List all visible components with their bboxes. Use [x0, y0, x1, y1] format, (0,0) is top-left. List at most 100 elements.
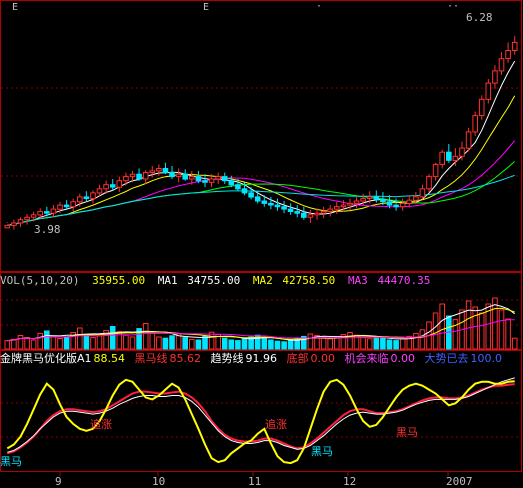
volume-bar: [380, 337, 386, 350]
candle-body: [373, 196, 380, 200]
volume-bar: [472, 306, 478, 350]
volume-bar: [44, 330, 50, 350]
candle-body: [162, 168, 169, 174]
candle-body: [156, 168, 162, 172]
volume-bar: [320, 337, 327, 350]
volume-bar: [116, 331, 123, 350]
volume-bar: [432, 312, 439, 350]
candle-body: [386, 201, 393, 206]
volume-bar: [235, 340, 241, 350]
volume-bar: [505, 318, 511, 350]
candle-body: [83, 196, 90, 199]
ind-qushi-label: 趋势线: [210, 352, 244, 365]
candle-body: [485, 82, 492, 100]
volume-bar: [83, 334, 90, 350]
x-tick-11: 11: [248, 475, 261, 488]
volume-bar: [334, 336, 340, 350]
volume-bar: [399, 338, 406, 350]
low-price-label: 3.98: [34, 223, 61, 236]
vol-ma1-value: 34755.00: [187, 274, 241, 287]
volume-bar: [465, 300, 472, 350]
candle-body: [268, 202, 274, 206]
volume-bar: [63, 336, 70, 350]
candle-body: [116, 180, 123, 188]
candle-body: [320, 211, 327, 214]
candle-body: [103, 184, 109, 190]
candle-body: [70, 201, 77, 208]
candle-body: [149, 170, 156, 173]
heima-label-3: 黑马: [396, 426, 418, 439]
candle-body: [248, 192, 254, 198]
vol-ma2-value: 42758.50: [282, 274, 336, 287]
candle-body: [123, 176, 129, 182]
candle-body: [11, 222, 17, 226]
top-marker-2: E: [203, 2, 209, 13]
candle-body: [426, 176, 432, 190]
ind-name: 金牌黑马优化版A1: [0, 352, 92, 365]
high-price-label: 6.28: [466, 11, 493, 24]
ind-jihui-value: 0.00: [390, 352, 416, 365]
candle-body: [307, 214, 314, 218]
ind-jihui-label: 机会来临: [344, 352, 389, 365]
ind-dabu-value: 100.0: [470, 352, 503, 365]
volume-bar: [202, 335, 208, 350]
candle-body: [439, 151, 445, 165]
ind-dabu-label: 大势已去: [424, 352, 469, 365]
candle-body: [129, 173, 136, 178]
zhuizhang-label-2: 追涨: [265, 417, 287, 431]
volume-bar: [274, 340, 281, 350]
volume-bar: [149, 332, 156, 350]
candle-body: [446, 151, 452, 161]
candle-body: [169, 172, 175, 178]
volume-bar: [195, 339, 202, 350]
x-tick-12: 12: [343, 475, 356, 488]
volume-bar: [419, 329, 426, 350]
candle-body: [136, 173, 142, 180]
volume-bar: [439, 303, 445, 350]
volume-bar: [182, 337, 188, 350]
volume-bar: [307, 333, 314, 350]
candle-body: [189, 176, 195, 180]
volume-bar: [498, 309, 505, 350]
top-marker-1: E: [12, 2, 18, 13]
candle-body: [202, 180, 208, 183]
candle-body: [57, 204, 63, 210]
ind-heima-label: 黑马线: [134, 352, 168, 365]
candle-body: [511, 41, 518, 52]
zhuizhang-label-1: 追涨: [90, 417, 112, 431]
candle-body: [195, 176, 202, 182]
candle-body: [142, 172, 149, 180]
volume-bar: [208, 331, 215, 350]
indicator-series-1: [7, 383, 515, 455]
ind-a1-value: 88.54: [93, 352, 126, 365]
candle-body: [77, 196, 83, 203]
volume-bar: [156, 336, 162, 350]
indicator-info-bar: 金牌黑马优化版A1 88.54 黑马线 85.62 趋势线 91.96 底部 0.00 …: [0, 351, 508, 366]
candle-body: [294, 211, 300, 214]
candle-body: [340, 204, 347, 208]
candle-body: [24, 216, 30, 221]
price-ma20-line: [7, 140, 516, 226]
volume-bar: [347, 332, 353, 350]
volume-bar: [360, 337, 366, 350]
volume-bar: [228, 339, 235, 350]
candle-body: [4, 224, 11, 229]
candle-body: [44, 211, 50, 214]
volume-bar: [221, 337, 228, 350]
volume-info-bar: VOL(5,10,20) 35955.00 MA1 34755.00 MA2 4…: [0, 273, 436, 288]
volume-bar: [393, 340, 399, 350]
candle-body: [413, 196, 419, 201]
candle-body: [63, 204, 70, 208]
vol-ma1-label: MA1: [157, 274, 178, 287]
candle-body: [366, 196, 373, 199]
candle-body: [228, 180, 235, 186]
candle-body: [261, 200, 268, 204]
volume-bar: [50, 335, 57, 350]
indicator-series-0: [6, 378, 515, 465]
candle-body: [452, 155, 459, 161]
candle-body: [221, 176, 228, 182]
volume-bar: [327, 338, 333, 350]
x-tick-9: 9: [55, 475, 62, 488]
candle-body: [30, 214, 37, 218]
volume-bar: [386, 339, 393, 350]
